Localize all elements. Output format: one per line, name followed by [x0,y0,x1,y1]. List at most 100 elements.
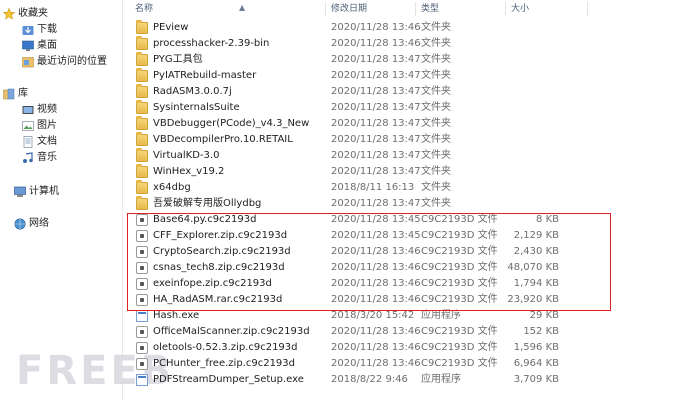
file-date: 2020/11/28 13:46 [331,246,421,257]
file-size: 2,430 KB [513,246,559,257]
file-date: 2020/11/28 13:47 [331,198,421,209]
file-date: 2020/11/28 13:46 [331,22,421,33]
download-folder-icon [22,26,34,35]
file-name: CFF_Explorer.zip.c9c2193d [153,230,288,241]
nav-downloads-label: 下载 [37,24,57,35]
folder-icon [136,36,148,50]
locked-file-icon [136,214,148,226]
file-type: C9C2193D 文件 [421,262,498,273]
nav-desktop-label: 桌面 [37,40,57,51]
file-type: C9C2193D 文件 [421,230,498,241]
folder-icon [136,132,148,146]
file-date: 2020/11/28 13:46 [331,326,421,337]
file-size: 48,070 KB [507,262,559,273]
file-size: 2,129 KB [513,230,559,241]
file-size: 23,920 KB [507,294,559,305]
column-divider[interactable] [415,2,416,16]
nav-music-label: 音乐 [37,152,57,163]
nav-pictures-label: 图片 [37,120,57,131]
folder-icon [136,84,148,98]
video-icon [22,106,34,114]
file-list-pane: 名称 ▲ 修改日期 类型 大小 PEview 2020/11/28 13:46 文件… [123,0,690,400]
pictures-icon [22,121,34,131]
file-type: 文件夹 [421,198,451,209]
nav-libraries-label: 库 [18,88,28,99]
locked-file-icon [136,326,148,338]
file-date: 2020/11/28 13:47 [331,150,421,161]
file-row[interactable]: RadASM3.0.0.7j 2020/11/28 13:47 文件夹 [131,84,601,100]
file-date: 2020/11/28 13:47 [331,54,421,65]
file-name: SysinternalsSuite [153,102,240,113]
file-row[interactable]: CryptoSearch.zip.c9c2193d 2020/11/28 13:4… [131,244,601,260]
file-name: processhacker-2.39-bin [153,38,270,49]
file-name: Hash.exe [153,310,200,321]
file-name: VBDebugger(PCode)_v4.3_New [153,118,310,129]
column-header-size[interactable]: 大小 [511,0,529,18]
file-type: C9C2193D 文件 [421,214,498,225]
locked-file-icon [136,230,148,242]
file-row[interactable]: processhacker-2.39-bin 2020/11/28 13:46 文件… [131,36,601,52]
folder-icon [136,20,148,34]
file-row[interactable]: PEview 2020/11/28 13:46 文件夹 [131,20,601,36]
file-type: 文件夹 [421,118,451,129]
column-header-name[interactable]: 名称 ▲ [135,0,245,18]
column-header-type[interactable]: 类型 [421,0,439,18]
desktop-icon [22,40,34,51]
file-row[interactable]: VirtualKD-3.0 2020/11/28 13:47 文件夹 [131,148,601,164]
file-type: C9C2193D 文件 [421,326,498,337]
file-type: 文件夹 [421,22,451,33]
network-icon [14,218,26,230]
nav-network-label: 网络 [29,218,49,229]
file-date: 2020/11/28 13:46 [331,262,421,273]
file-row[interactable]: x64dbg 2018/8/11 16:13 文件夹 [131,180,601,196]
file-row[interactable]: oletools-0.52.3.zip.c9c2193d 2020/11/28 1… [131,340,601,356]
music-icon [23,152,33,163]
file-row[interactable]: HA_RadASM.rar.c9c2193d 2020/11/28 13:46 C9… [131,292,601,308]
locked-file-icon [136,358,148,370]
file-row[interactable]: Base64.py.c9c2193d 2020/11/28 13:45 C9C219… [131,212,601,228]
library-icon [3,88,15,100]
file-row[interactable]: CFF_Explorer.zip.c9c2193d 2020/11/28 13:4… [131,228,601,244]
file-row[interactable]: VBDebugger(PCode)_v4.3_New 2020/11/28 13:… [131,116,601,132]
column-header-date[interactable]: 修改日期 [331,0,367,18]
file-row[interactable]: WinHex_v19.2 2020/11/28 13:47 文件夹 [131,164,601,180]
file-date: 2020/11/28 13:46 [331,294,421,305]
application-icon [136,310,148,322]
file-date: 2018/8/11 16:13 [331,182,415,193]
file-row[interactable]: SysinternalsSuite 2020/11/28 13:47 文件夹 [131,100,601,116]
file-name: PyIATRebuild-master [153,70,257,81]
application-icon [136,374,148,386]
file-type: C9C2193D 文件 [421,342,498,353]
file-row[interactable]: exeinfope.zip.c9c2193d 2020/11/28 13:46 C9… [131,276,601,292]
column-header-name-label: 名称 [135,4,154,14]
file-name: 吾爱破解专用版Ollydbg [153,198,262,209]
navigation-pane: 收藏夹 下载 桌面 最近访问的位置 库 视频 图片 文档 音乐 计算机 网络 F… [0,0,171,400]
file-type: 文件夹 [421,86,451,97]
file-row[interactable]: PYG工具包 2020/11/28 13:47 文件夹 [131,52,601,68]
file-size: 6,964 KB [513,358,559,369]
column-divider[interactable] [325,2,326,16]
file-row[interactable]: csnas_tech8.zip.c9c2193d 2020/11/28 13:46… [131,260,601,276]
file-date: 2020/11/28 13:46 [331,38,421,49]
file-date: 2020/11/28 13:46 [331,342,421,353]
file-row[interactable]: VBDecompilerPro.10.RETAIL 2020/11/28 13:4… [131,132,601,148]
file-size: 1,596 KB [513,342,559,353]
folder-icon [136,164,148,178]
nav-videos-label: 视频 [37,104,57,115]
file-type: C9C2193D 文件 [421,294,498,305]
file-date: 2020/11/28 13:47 [331,102,421,113]
file-row[interactable]: OfficeMalScanner.zip.c9c2193d 2020/11/28 … [131,324,601,340]
file-row[interactable]: PDFStreamDumper_Setup.exe 2018/8/22 9:46 应… [131,372,601,388]
file-name: CryptoSearch.zip.c9c2193d [153,246,291,257]
file-row[interactable]: PyIATRebuild-master 2020/11/28 13:47 文件夹 [131,68,601,84]
column-divider[interactable] [505,2,506,16]
file-name: VirtualKD-3.0 [153,150,220,161]
file-row[interactable]: Hash.exe 2018/3/20 15:42 应用程序 29 KB [131,308,601,324]
file-date: 2020/11/28 13:46 [331,278,421,289]
locked-file-icon [136,262,148,274]
file-row[interactable]: 吾爱破解专用版Ollydbg 2020/11/28 13:47 文件夹 [131,196,601,212]
file-name: PCHunter_free.zip.c9c2193d [153,358,295,369]
file-name: csnas_tech8.zip.c9c2193d [153,262,285,273]
column-divider[interactable] [587,2,588,16]
file-row[interactable]: PCHunter_free.zip.c9c2193d 2020/11/28 13:… [131,356,601,372]
